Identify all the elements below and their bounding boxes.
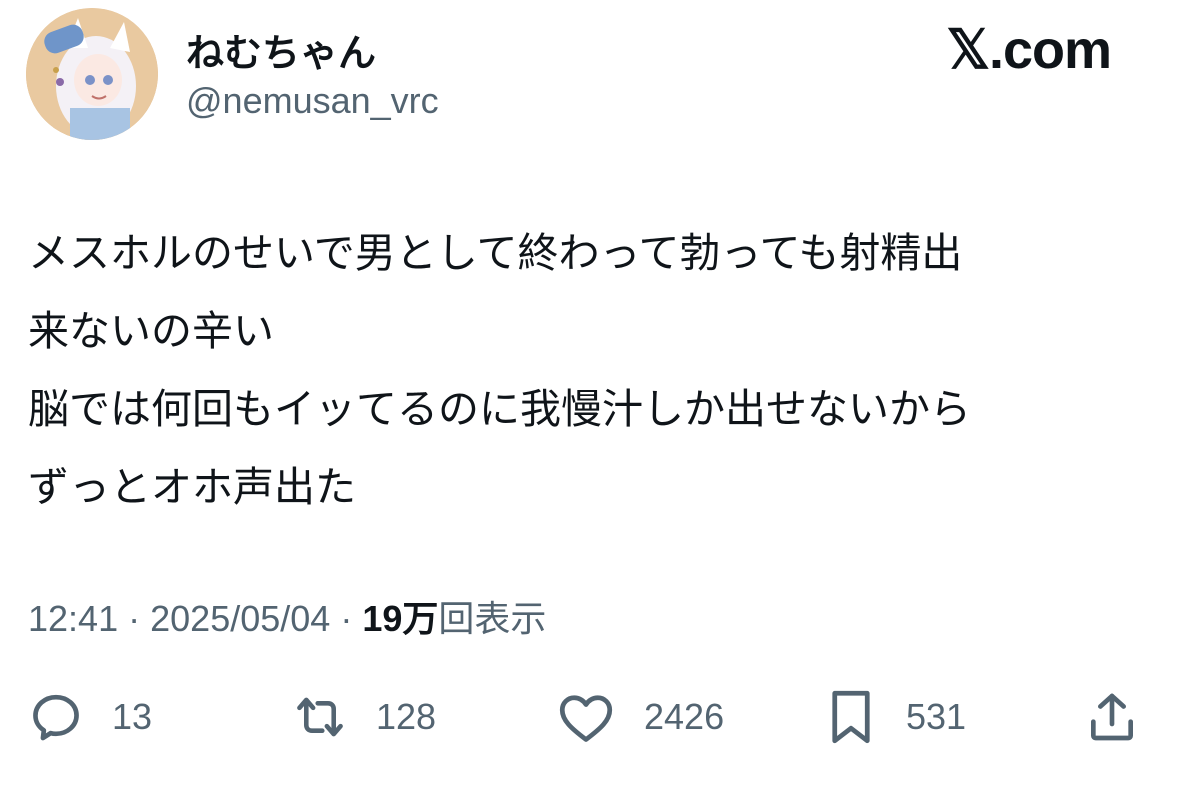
brand-logo: 𝕏.com	[946, 20, 1112, 80]
share-button[interactable]	[1084, 682, 1140, 752]
retweet-count: 128	[376, 696, 437, 737]
bookmark-icon	[832, 690, 870, 744]
action-bar: 13 128 2426 531	[0, 682, 1179, 752]
tweet-text-line: 来ないの辛い	[28, 307, 274, 355]
avatar[interactable]	[26, 8, 158, 140]
retweet-button[interactable]: 128	[288, 682, 436, 752]
bookmark-count: 531	[906, 696, 967, 737]
retweet-icon	[297, 697, 343, 737]
tweet-text-line: ずっとオホ声出た	[28, 463, 356, 511]
heart-icon	[559, 695, 613, 742]
tweet-meta: 12:41 · 2025/05/04 · 19万回表示	[28, 590, 546, 642]
share-icon	[1091, 693, 1133, 741]
tweet-text-line: メスホルのせいで男として終わって勃っても射精出	[28, 229, 963, 277]
reply-icon	[33, 694, 79, 741]
like-count: 2426	[644, 696, 725, 737]
tweet-time[interactable]: 12:41	[28, 598, 118, 639]
bookmark-button[interactable]: 531	[826, 682, 966, 752]
meta-separator: ·	[340, 598, 353, 639]
views-label: 回表示	[438, 598, 547, 639]
author-display-name[interactable]: ねむちゃん	[186, 22, 376, 77]
meta-separator: ·	[128, 598, 141, 639]
author-handle[interactable]: @nemusan_vrc	[186, 80, 439, 122]
like-button[interactable]: 2426	[556, 682, 724, 752]
tweet-date[interactable]: 2025/05/04	[150, 598, 330, 639]
reply-count: 13	[112, 696, 153, 737]
tweet-text-line: 脳では何回もイッてるのに我慢汁しか出せないから	[28, 385, 971, 433]
tweet-text: メスホルのせいで男として終わって勃っても射精出 来ないの辛い 脳では何回もイッて…	[28, 214, 1138, 526]
reply-button[interactable]: 13	[28, 682, 152, 752]
avatar-image	[26, 8, 158, 140]
views-count[interactable]: 19万	[362, 598, 438, 639]
